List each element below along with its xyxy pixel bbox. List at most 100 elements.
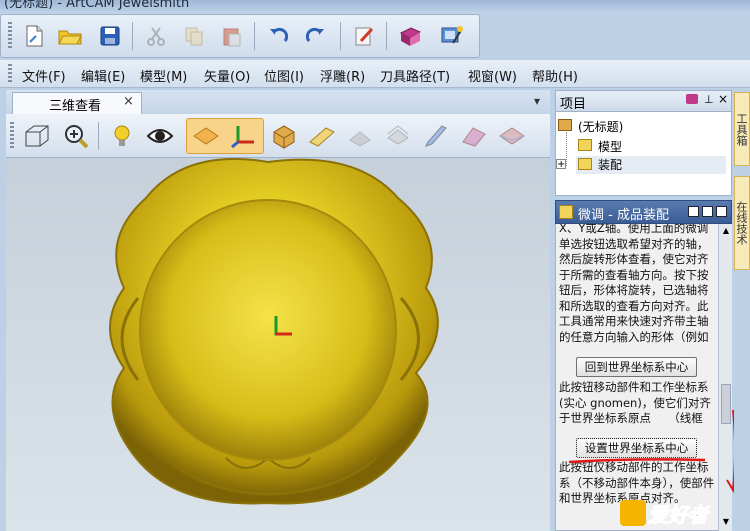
assembly-icon [578, 158, 592, 170]
mesh-tool-button[interactable] [346, 122, 374, 150]
toolbar-separator [98, 122, 99, 150]
online-tech-tab[interactable]: 在线技术 [734, 176, 750, 270]
wizard-button[interactable] [438, 22, 466, 50]
lighting-button[interactable] [108, 122, 136, 150]
window-title: (无标题) - ArtCAM Jewelsmith [4, 0, 190, 11]
cut-button[interactable] [142, 22, 170, 50]
menu-grip [8, 64, 12, 84]
watermark-text: 爱好者 [648, 503, 709, 528]
paste-button[interactable] [218, 22, 246, 50]
model-icon [578, 139, 592, 151]
visibility-button[interactable] [146, 122, 174, 150]
book-icon[interactable] [686, 94, 698, 104]
fine-tune-description: X、Y或Z轴。使用上面的微调单选按钮选取希望对齐的轴，然后旋转形体查看，使它对齐… [559, 224, 709, 344]
toolbox-tab[interactable]: 工具箱 [734, 92, 750, 166]
watermark-logo [620, 500, 646, 526]
plane-icon [193, 127, 219, 145]
save-icon [100, 26, 120, 46]
menu-vector[interactable]: 矢量(O) [204, 66, 250, 85]
tree-item-label: 装配 [598, 158, 623, 172]
colour-tool-button[interactable] [460, 122, 488, 150]
layers-icon [387, 125, 409, 145]
tab-list-dropdown-icon[interactable]: ▾ [534, 94, 540, 108]
eye-icon [146, 129, 174, 143]
new-file-button[interactable] [20, 22, 48, 50]
project-tree: (无标题) 模型 + 装配 [556, 118, 728, 194]
project-panel-title: 项目 [560, 97, 587, 112]
toolbar-separator [132, 22, 133, 50]
tree-item-label: 模型 [598, 140, 623, 154]
wizard-icon [441, 26, 463, 44]
palette-icon [462, 127, 486, 147]
menu-file[interactable]: 文件(F) [22, 66, 66, 85]
light-bulb-icon [114, 125, 130, 146]
tab-close-icon[interactable]: × [123, 94, 134, 109]
redo-button[interactable] [302, 22, 330, 50]
expand-icon[interactable]: + [556, 159, 566, 170]
save-button[interactable] [96, 22, 124, 50]
book-icon [399, 27, 422, 46]
tab-3d-view[interactable]: 三维查看 × [12, 92, 142, 114]
assembly-icon [559, 205, 573, 219]
tree-item-assembly[interactable]: 装配 [576, 156, 726, 174]
fine-tune-header: 微调 - 成品装配 [555, 200, 732, 224]
toolbar-background [480, 14, 750, 58]
return-to-world-origin-button[interactable]: 回到世界坐标系中心 [576, 357, 697, 377]
toolbar-separator [340, 22, 341, 50]
menu-model[interactable]: 模型(M) [140, 66, 187, 85]
material-tool-button[interactable] [498, 122, 526, 150]
box-icon [273, 125, 295, 149]
view-toolbar-grip [10, 122, 14, 150]
help-book-button[interactable] [396, 22, 424, 50]
menu-relief[interactable]: 浮雕(R) [320, 66, 365, 85]
scroll-up-icon[interactable]: ▲ [721, 226, 731, 236]
tab-3d-view-label: 三维查看 [49, 99, 102, 114]
zoom-in-icon [65, 125, 89, 149]
menu-edit[interactable]: 编辑(E) [81, 66, 125, 85]
close-icon[interactable]: × [718, 92, 728, 106]
open-folder-icon [58, 30, 82, 45]
menu-bitmap[interactable]: 位图(I) [264, 66, 304, 85]
tree-connector [566, 132, 567, 166]
menu-help[interactable]: 帮助(H) [532, 66, 578, 85]
mesh-icon [349, 131, 371, 147]
brush-icon [425, 125, 447, 147]
home-icon[interactable] [688, 206, 699, 217]
bar-tool-button[interactable] [308, 122, 336, 150]
tree-item-label: (无标题) [578, 120, 624, 134]
window-title-bar: (无标题) - ArtCAM Jewelsmith [0, 0, 750, 14]
tree-item-model[interactable]: 模型 [576, 138, 726, 156]
paint-tool-button[interactable] [422, 122, 450, 150]
undo-icon [270, 27, 289, 42]
tree-item-root[interactable]: (无标题) [558, 118, 728, 136]
bar-icon [309, 127, 335, 147]
view-box-button[interactable] [22, 122, 50, 150]
pin-icon[interactable]: ⊥ [704, 93, 714, 106]
show-axes-button[interactable] [230, 122, 258, 150]
redo-icon [305, 27, 324, 42]
open-button[interactable] [56, 22, 84, 50]
menu-window[interactable]: 视窗(W) [468, 66, 517, 85]
axis-gnomon-icon [231, 126, 254, 149]
notes-icon [355, 27, 374, 46]
minimize-icon[interactable] [702, 206, 713, 217]
wireframe-box-icon [25, 125, 49, 147]
paste-icon [223, 28, 241, 47]
3d-viewport[interactable] [6, 158, 550, 531]
box-tool-button[interactable] [270, 122, 298, 150]
notes-button[interactable] [350, 22, 378, 50]
fine-tune-title: 微调 - 成品装配 [578, 208, 669, 223]
relief-layer-button[interactable] [384, 122, 412, 150]
toolbar-separator [386, 22, 387, 50]
menu-toolpaths[interactable]: 刀具路径(T) [380, 66, 450, 85]
zoom-button[interactable] [62, 122, 90, 150]
cut-icon [147, 27, 165, 46]
show-relief-button[interactable] [192, 122, 220, 150]
copy-icon [185, 27, 203, 46]
copy-button[interactable] [180, 22, 208, 50]
collapse-icon[interactable] [716, 206, 727, 217]
toolbar-separator [254, 22, 255, 50]
new-file-icon [26, 25, 43, 47]
toolbar-grip[interactable] [8, 22, 12, 50]
undo-button[interactable] [264, 22, 292, 50]
